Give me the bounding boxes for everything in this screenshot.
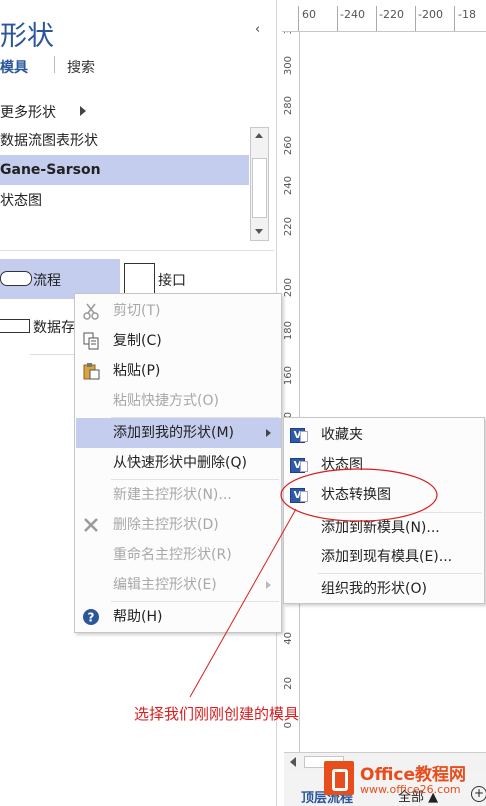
menu-item-label: 新建主控形状(N)... <box>113 487 232 503</box>
stencil-item-dataflow[interactable]: 数据流图表形状 <box>0 126 249 156</box>
stencil-item-state-diagram[interactable]: 状态图 <box>0 186 249 216</box>
ruler-tick: 200 <box>283 278 294 298</box>
master-shape-datastore[interactable]: 数据存 <box>0 315 76 339</box>
ruler-tick: 240 <box>283 176 294 196</box>
scroll-thumb[interactable] <box>252 158 267 218</box>
menu-item-paste[interactable]: 粘贴(P) <box>76 356 281 386</box>
ruler-tick: -220 <box>379 8 404 21</box>
paste-icon <box>83 363 100 380</box>
menu-item-label: 粘贴快捷方式(O) <box>113 393 219 409</box>
submenu-item-label: 收藏夹 <box>321 427 363 443</box>
drawing-canvas[interactable] <box>301 33 486 752</box>
scissors-icon <box>83 303 99 320</box>
chevron-right-icon <box>80 106 86 116</box>
tab-stencils[interactable]: 模具 <box>0 57 28 77</box>
help-icon: ? <box>83 609 99 625</box>
watermark-url: www.office26.com <box>360 783 461 796</box>
ruler-tick: -240 <box>340 8 365 21</box>
menu-item-label: 帮助(H) <box>113 609 163 625</box>
annotation-text: 选择我们刚刚创建的模具 <box>134 705 300 723</box>
pane-divider <box>0 250 274 251</box>
horizontal-ruler: 60 -240 -220 -200 -18 <box>282 0 486 32</box>
collapse-pane-icon[interactable]: ‹ <box>255 22 260 37</box>
pane-title: 形状 <box>0 21 54 52</box>
visio-stencil-icon: V <box>290 428 308 443</box>
ruler-tick: 300 <box>283 56 294 76</box>
watermark-logo: Office教程网 www.office26.com <box>318 757 486 803</box>
menu-item-cut[interactable]: 剪切(T) <box>76 296 281 326</box>
copy-icon <box>83 332 99 350</box>
menu-item-label: 从快速形状中删除(Q) <box>113 455 247 471</box>
ruler-tick: 60 <box>302 8 316 21</box>
scroll-up-icon[interactable] <box>251 128 268 144</box>
menu-item-label: 粘贴(P) <box>113 363 161 379</box>
svg-text:?: ? <box>88 611 95 625</box>
submenu-item-organize-my-shapes[interactable]: 组织我的形状(O) <box>285 574 484 604</box>
menu-item-label: 剪切(T) <box>113 303 161 319</box>
ruler-tick: 220 <box>283 217 294 237</box>
office-logo-icon <box>324 761 354 795</box>
master-shape-interface[interactable]: 接口 <box>124 263 194 297</box>
menu-item-add-to-my-shapes[interactable]: 添加到我的形状(M) <box>76 418 281 448</box>
master-label: 流程 <box>33 273 61 289</box>
master-label: 接口 <box>158 273 186 289</box>
rounded-rect-shape-icon <box>0 271 32 286</box>
tab-search[interactable]: 搜索 <box>67 57 95 77</box>
watermark-brand: Office教程网 <box>360 765 467 785</box>
stencil-item-gane-sarson[interactable]: Gane-Sarson <box>0 155 249 185</box>
menu-item-label: 添加到我的形状(M) <box>113 425 235 441</box>
open-rect-shape-icon <box>0 319 30 333</box>
annotation-ellipse <box>280 468 438 522</box>
master-label: 数据存 <box>33 320 75 336</box>
scroll-left-icon[interactable] <box>290 757 296 767</box>
pane-divider <box>30 354 76 355</box>
stencil-list-scrollbar[interactable] <box>250 127 269 241</box>
ruler-tick: 260 <box>283 136 294 156</box>
submenu-item-label: 组织我的形状(O) <box>321 581 427 597</box>
menu-item-paste-shortcut[interactable]: 粘贴快捷方式(O) <box>76 386 281 416</box>
more-shapes-menu[interactable]: 更多形状 <box>0 102 56 122</box>
submenu-item-favorites[interactable]: V 收藏夹 <box>285 420 484 450</box>
ruler-tick: -200 <box>418 8 443 21</box>
ruler-tick: -18 <box>458 8 476 21</box>
chevron-right-icon <box>266 429 271 437</box>
submenu-item-label: 添加到现有模具(E)... <box>321 549 453 565</box>
ruler-tick: 160 <box>283 366 294 386</box>
delete-x-icon <box>84 518 98 532</box>
menu-item-label: 复制(C) <box>113 333 162 349</box>
ruler-tick: 180 <box>283 321 294 341</box>
submenu-item-add-existing-stencil[interactable]: 添加到现有模具(E)... <box>285 542 484 572</box>
annotation-arrow-line <box>189 508 297 698</box>
scroll-down-icon[interactable] <box>251 224 268 240</box>
ruler-tick: 3 <box>283 32 294 34</box>
tab-divider <box>54 56 55 73</box>
square-shape-icon <box>124 263 155 297</box>
menu-item-remove-from-quick-shapes[interactable]: 从快速形状中删除(Q) <box>76 448 281 478</box>
ruler-tick: 280 <box>283 96 294 116</box>
menu-item-copy[interactable]: 复制(C) <box>76 326 281 356</box>
